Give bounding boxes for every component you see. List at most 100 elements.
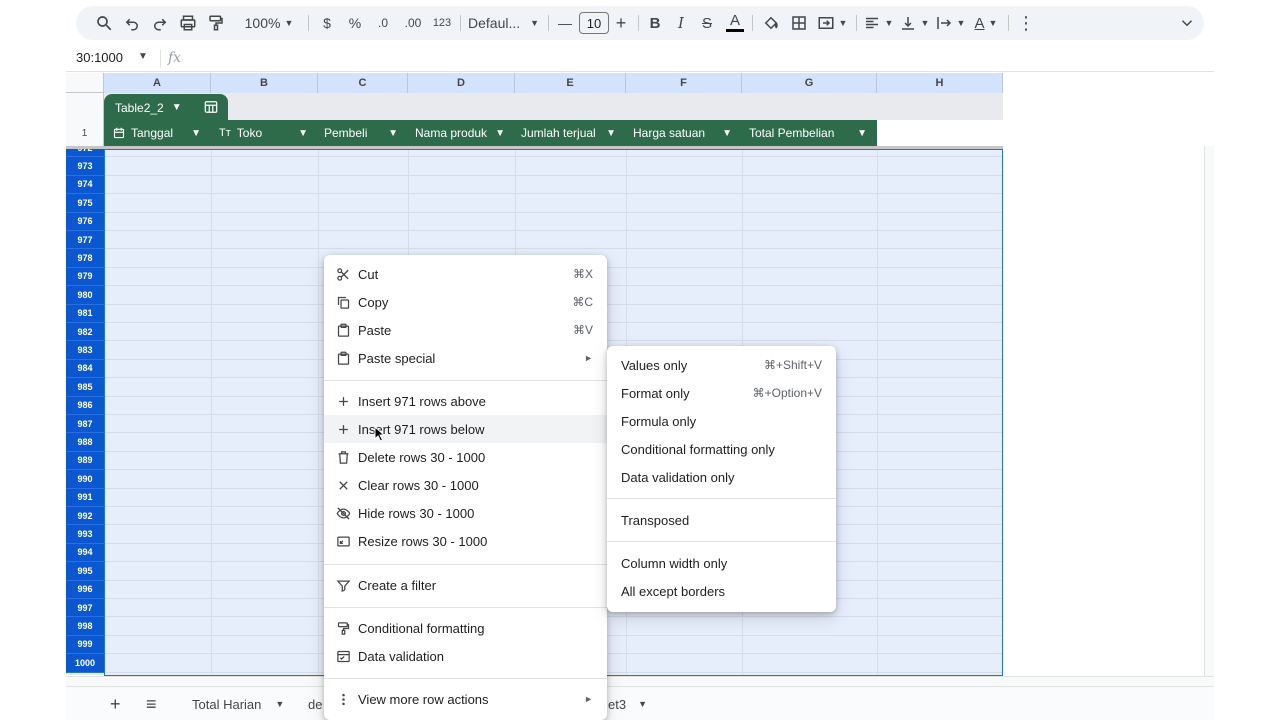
row-header[interactable]: 1000	[66, 654, 104, 673]
column-header-g[interactable]: G	[742, 73, 877, 93]
column-header-e[interactable]: E	[515, 73, 626, 93]
redo-icon[interactable]	[148, 6, 172, 40]
paste-option-transposed[interactable]: Transposed	[607, 506, 836, 534]
select-all-corner[interactable]	[66, 73, 104, 93]
sheet-tab-de[interactable]: de	[308, 687, 322, 720]
paste-option-column-width-only[interactable]: Column width only	[607, 549, 836, 577]
row-header[interactable]: 978	[66, 249, 104, 268]
row-header[interactable]: 983	[66, 341, 104, 360]
text-rotation-icon[interactable]: A ▼	[970, 6, 1002, 40]
table-header-toko[interactable]: Tт Toko ▼	[211, 120, 318, 146]
row-header[interactable]: 988	[66, 433, 104, 452]
add-sheet-button[interactable]: +	[110, 687, 121, 720]
all-sheets-button[interactable]: ≡	[146, 687, 157, 720]
table-header-harga-satuan[interactable]: Harga satuan ▼	[626, 120, 742, 146]
menu-item-resize-rows-30-1000[interactable]: Resize rows 30 - 1000	[324, 527, 607, 555]
row-header[interactable]: 996	[66, 580, 104, 599]
table-header-tanggal[interactable]: Tanggal ▼	[104, 120, 211, 146]
sheet-tab-total-harian[interactable]: Total Harian ▼	[192, 687, 284, 720]
menu-item-cut[interactable]: Cut ⌘X	[324, 260, 607, 288]
vertical-scrollbar[interactable]	[1204, 146, 1214, 720]
column-header-d[interactable]: D	[408, 73, 515, 93]
align-left-icon[interactable]: ▼	[862, 6, 894, 40]
currency-button[interactable]: $	[316, 6, 338, 40]
merge-cells-icon[interactable]: ▼	[814, 6, 850, 40]
number-format-button[interactable]: 123	[430, 6, 454, 40]
menu-item-paste-special[interactable]: Paste special ►	[324, 344, 607, 372]
column-header-b[interactable]: B	[211, 73, 318, 93]
menu-item-insert-971-rows-below[interactable]: Insert 971 rows below	[324, 415, 607, 443]
column-header-f[interactable]: F	[626, 73, 742, 93]
paste-option-format-only[interactable]: Format only ⌘+Option+V	[607, 379, 836, 407]
paste-option-all-except-borders[interactable]: All except borders	[607, 577, 836, 605]
sheet-tab-sheet3[interactable]: et3 ▼	[608, 687, 647, 720]
horizontal-scrollbar[interactable]	[66, 676, 1214, 686]
text-color-icon[interactable]: A	[724, 6, 746, 40]
row-header[interactable]: 982	[66, 323, 104, 342]
undo-icon[interactable]	[120, 6, 144, 40]
percent-button[interactable]: %	[344, 6, 366, 40]
row-header[interactable]: 980	[66, 286, 104, 305]
menu-item-conditional-formatting[interactable]: Conditional formatting	[324, 614, 607, 642]
decrease-font-size-button[interactable]: —	[554, 6, 576, 40]
row-header[interactable]: 998	[66, 617, 104, 636]
row-header[interactable]: 987	[66, 415, 104, 434]
row-header[interactable]: 973	[66, 157, 104, 176]
menu-item-copy[interactable]: Copy ⌘C	[324, 288, 607, 316]
caret-down-icon[interactable]: ▼	[138, 51, 148, 62]
menu-item-insert-971-rows-above[interactable]: Insert 971 rows above	[324, 387, 607, 415]
bold-icon[interactable]: B	[644, 6, 666, 40]
menu-item-delete-rows-30-1000[interactable]: Delete rows 30 - 1000	[324, 443, 607, 471]
row-header[interactable]: 997	[66, 599, 104, 618]
collapse-toolbar-icon[interactable]	[1176, 6, 1198, 40]
row-header[interactable]: 981	[66, 304, 104, 323]
row-header[interactable]: 999	[66, 635, 104, 655]
row-header[interactable]: 979	[66, 267, 104, 287]
row-header[interactable]: 995	[66, 562, 104, 581]
paste-option-data-validation-only[interactable]: Data validation only	[607, 463, 836, 491]
row-header[interactable]: 984	[66, 359, 104, 379]
name-box[interactable]: 30:1000	[76, 50, 123, 65]
vertical-align-icon[interactable]: ▼	[898, 6, 930, 40]
table-header-pembeli[interactable]: Pembeli ▼	[318, 120, 408, 146]
menu-item-clear-rows-30-1000[interactable]: Clear rows 30 - 1000	[324, 471, 607, 499]
row-header[interactable]: 985	[66, 378, 104, 397]
row-header[interactable]: 994	[66, 543, 104, 563]
paste-option-values-only[interactable]: Values only ⌘+Shift+V	[607, 351, 836, 379]
increase-decimal-button[interactable]: .00	[398, 6, 428, 40]
paste-option-formula-only[interactable]: Formula only	[607, 407, 836, 435]
row-header[interactable]: 976	[66, 212, 104, 231]
menu-item-hide-rows-30-1000[interactable]: Hide rows 30 - 1000	[324, 499, 607, 527]
increase-font-size-button[interactable]: +	[610, 6, 632, 40]
row-header[interactable]: 972	[66, 149, 104, 158]
row-header[interactable]: 977	[66, 231, 104, 250]
row-header[interactable]: 993	[66, 525, 104, 544]
row-header[interactable]: 989	[66, 451, 104, 471]
column-header-a[interactable]: A	[104, 73, 211, 93]
fill-color-icon[interactable]	[760, 6, 782, 40]
row-header[interactable]: 991	[66, 488, 104, 507]
font-select[interactable]: Defaul... ▼	[468, 6, 540, 40]
decrease-decimal-button[interactable]: .0	[370, 6, 396, 40]
row-header-1[interactable]: 1	[66, 120, 104, 146]
borders-icon[interactable]	[788, 6, 810, 40]
text-wrap-icon[interactable]: ▼	[934, 6, 966, 40]
font-size-field[interactable]: 10	[578, 6, 610, 40]
row-header[interactable]: 990	[66, 470, 104, 489]
table-header-nama-produk[interactable]: Nama produk ▼	[408, 120, 515, 146]
table-header-jumlah-terjual[interactable]: Jumlah terjual ▼	[515, 120, 626, 146]
strikethrough-icon[interactable]: S	[696, 6, 718, 40]
table-header-total-pembelian[interactable]: Total Pembelian ▼	[742, 120, 877, 146]
paint-format-icon[interactable]	[204, 6, 228, 40]
more-vertical-icon[interactable]: ⋮	[1016, 6, 1036, 40]
print-icon[interactable]	[176, 6, 200, 40]
row-header[interactable]: 974	[66, 175, 104, 195]
menu-item-data-validation[interactable]: Data validation	[324, 642, 607, 670]
italic-icon[interactable]: I	[670, 6, 692, 40]
row-header[interactable]: 986	[66, 396, 104, 415]
table-settings-icon[interactable]	[204, 100, 218, 114]
search-icon[interactable]	[92, 6, 116, 40]
menu-item-paste[interactable]: Paste ⌘V	[324, 316, 607, 344]
column-header-c[interactable]: C	[318, 73, 408, 93]
row-header[interactable]: 992	[66, 507, 104, 526]
